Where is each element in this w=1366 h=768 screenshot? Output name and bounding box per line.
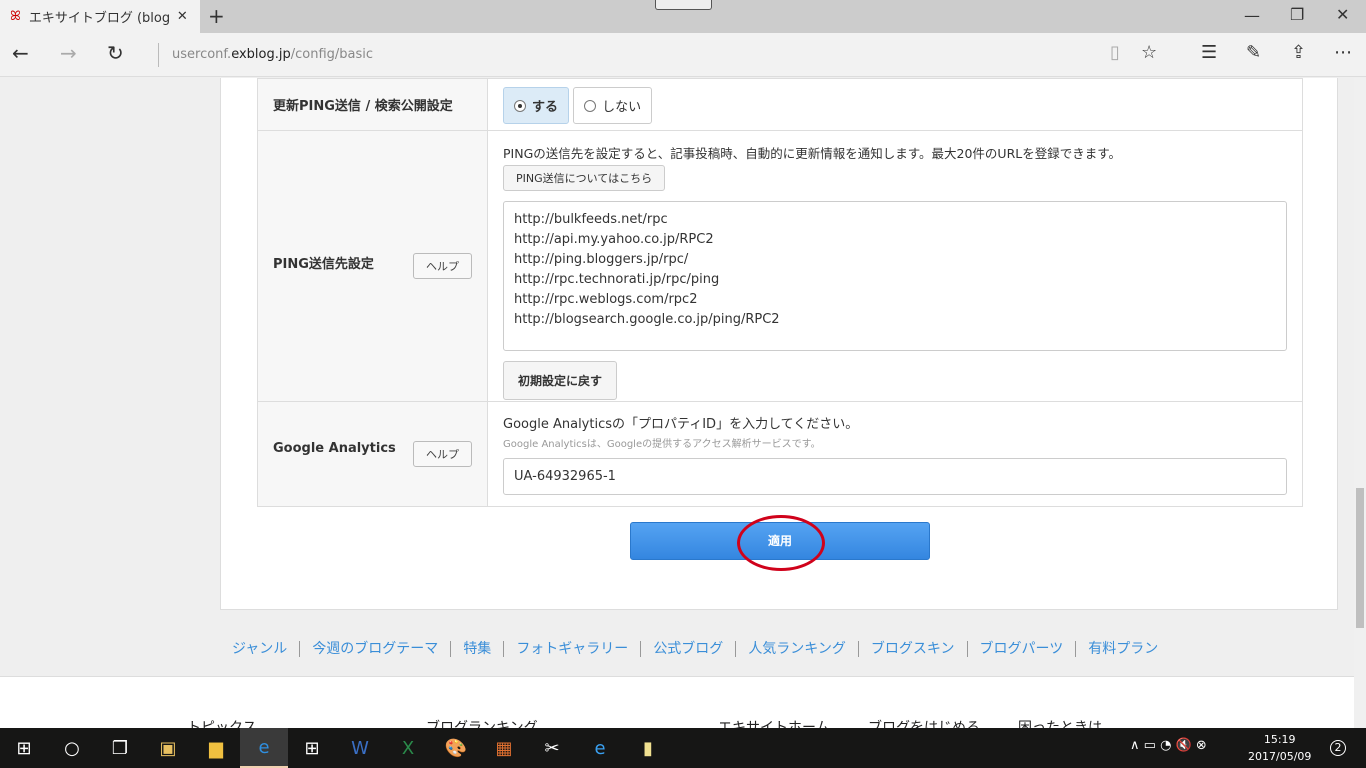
ping-url-line: http://bulkfeeds.net/rpc	[514, 212, 668, 227]
close-tab-icon[interactable]: ✕	[177, 9, 188, 24]
footer-link[interactable]: 有料プラン	[1075, 641, 1170, 657]
ping-off-radio[interactable]: しない	[573, 87, 653, 124]
footer-link[interactable]: 特集	[450, 641, 503, 657]
settings-table: 更新PING送信 / 検索公開設定 する しない PING送信先設定 ヘルプ PI…	[257, 78, 1303, 507]
footer-link[interactable]: ブログパーツ	[966, 641, 1076, 657]
tab-preview-handle[interactable]	[655, 0, 712, 10]
ping-url-line: http://blogsearch.google.co.jp/ping/RPC2	[514, 312, 780, 327]
forward-icon[interactable]: →	[60, 41, 77, 65]
footer: トピックス ブログランキング エキサイトホーム ブログをはじめる 困ったときは	[0, 676, 1354, 736]
footer-link[interactable]: 公式ブログ	[640, 641, 735, 657]
reading-view-icon[interactable]: ▯	[1110, 42, 1120, 63]
ping-about-button[interactable]: PING送信についてはこちら	[503, 165, 666, 191]
footer-link[interactable]: ジャンル	[232, 641, 299, 657]
new-tab-icon[interactable]: +	[208, 4, 225, 28]
maximize-icon[interactable]: ❐	[1290, 5, 1304, 24]
toolbox-icon[interactable]: ▦	[480, 728, 528, 768]
refresh-icon[interactable]: ↻	[107, 41, 124, 65]
footer-link[interactable]: フォトギャラリー	[503, 641, 640, 657]
ping-setting-label: 更新PING送信 / 検索公開設定	[257, 78, 488, 131]
footer-link[interactable]: 人気ランキング	[735, 641, 858, 657]
ga-description: Google Analyticsの「プロパティID」を入力してください。	[503, 417, 859, 432]
taskbar: ⊞ ○ ❐ ▣ ▆ e ⊞ W X 🎨 ▦ ✂ e ▮ ∧ ▭ ◔ 🔇 ⊗ 2	[0, 728, 1366, 768]
word-icon[interactable]: W	[336, 728, 384, 768]
ping-urls-textarea[interactable]: http://bulkfeeds.net/rpc http://api.my.ya…	[503, 201, 1287, 351]
edge-icon[interactable]: e	[240, 728, 288, 768]
back-icon[interactable]: ←	[12, 41, 29, 65]
store-icon[interactable]: ⊞	[288, 728, 336, 768]
minimize-icon[interactable]: —	[1244, 6, 1260, 25]
scrollbar-thumb[interactable]	[1356, 488, 1364, 628]
footer-link[interactable]: ブログスキン	[857, 641, 967, 657]
notification-icon[interactable]: 2	[1330, 740, 1346, 756]
ga-property-input[interactable]: UA-64932965-1	[503, 458, 1287, 495]
ga-label: Google Analytics ヘルプ	[257, 401, 488, 507]
file-explorer-icon[interactable]: ▆	[192, 728, 240, 768]
task-view-icon[interactable]: ❐	[96, 728, 144, 768]
tray-icons[interactable]: ∧ ▭ ◔ 🔇 ⊗	[1130, 738, 1207, 753]
footer-link[interactable]: 今週のブログテーマ	[299, 641, 450, 657]
excel-icon[interactable]: X	[384, 728, 432, 768]
radio-dot-icon	[514, 99, 526, 112]
ie-icon[interactable]: e	[576, 728, 624, 768]
address-bar: ← → ↻ userconf.exblog.jp/config/basic ▯ …	[0, 33, 1366, 77]
favicon-icon: ꕤ	[10, 9, 21, 24]
help-button[interactable]: ヘルプ	[413, 441, 472, 467]
favorite-star-icon[interactable]: ☆	[1141, 42, 1157, 63]
start-icon[interactable]: ⊞	[0, 728, 48, 768]
app-icon[interactable]: ▣	[144, 728, 192, 768]
snipping-tool-icon[interactable]: ✂	[528, 728, 576, 768]
ping-description: PINGの送信先を設定すると、記事投稿時、自動的に更新情報を通知します。最大20…	[503, 146, 1121, 161]
footer-links: ジャンル 今週のブログテーマ 特集 フォトギャラリー 公式ブログ 人気ランキング ブログスキ…	[232, 641, 1170, 657]
ping-url-line: http://rpc.technorati.jp/rpc/ping	[514, 272, 720, 287]
ping-url-line: http://rpc.weblogs.com/rpc2	[514, 292, 698, 307]
scrollbar[interactable]	[1354, 78, 1366, 728]
sticky-notes-icon[interactable]: ▮	[624, 728, 672, 768]
radio-dot-icon	[584, 99, 597, 112]
ga-subtext: Google Analyticsは、Googleの提供するアクセス解析サービスで…	[503, 439, 821, 450]
hub-icon[interactable]: ☰	[1201, 42, 1217, 63]
paint-icon[interactable]: 🎨	[432, 728, 480, 768]
ping-on-radio[interactable]: する	[503, 87, 570, 124]
tab-bar: ꕤ エキサイトブログ (blog)|基本 ✕ + — ❐ ✕	[0, 0, 1366, 33]
ping-url-line: http://api.my.yahoo.co.jp/RPC2	[514, 232, 714, 247]
more-icon[interactable]: ⋯	[1334, 42, 1352, 63]
search-icon[interactable]: ○	[48, 728, 96, 768]
share-icon[interactable]: ⇪	[1291, 42, 1306, 63]
browser-tab[interactable]: ꕤ エキサイトブログ (blog)|基本 ✕	[0, 0, 200, 33]
ping-dest-label: PING送信先設定 ヘルプ	[257, 130, 488, 402]
ping-url-line: http://ping.bloggers.jp/rpc/	[514, 252, 689, 267]
clock[interactable]: 15:19 2017/05/09	[1248, 731, 1311, 765]
web-note-icon[interactable]: ✎	[1246, 42, 1261, 63]
close-window-icon[interactable]: ✕	[1336, 5, 1349, 24]
tab-title: エキサイトブログ (blog)|基本	[28, 11, 169, 26]
apply-button[interactable]: 適用	[630, 522, 930, 560]
help-button[interactable]: ヘルプ	[413, 253, 472, 279]
url-field[interactable]: userconf.exblog.jp/config/basic	[158, 43, 373, 67]
reset-button[interactable]: 初期設定に戻す	[503, 361, 618, 400]
